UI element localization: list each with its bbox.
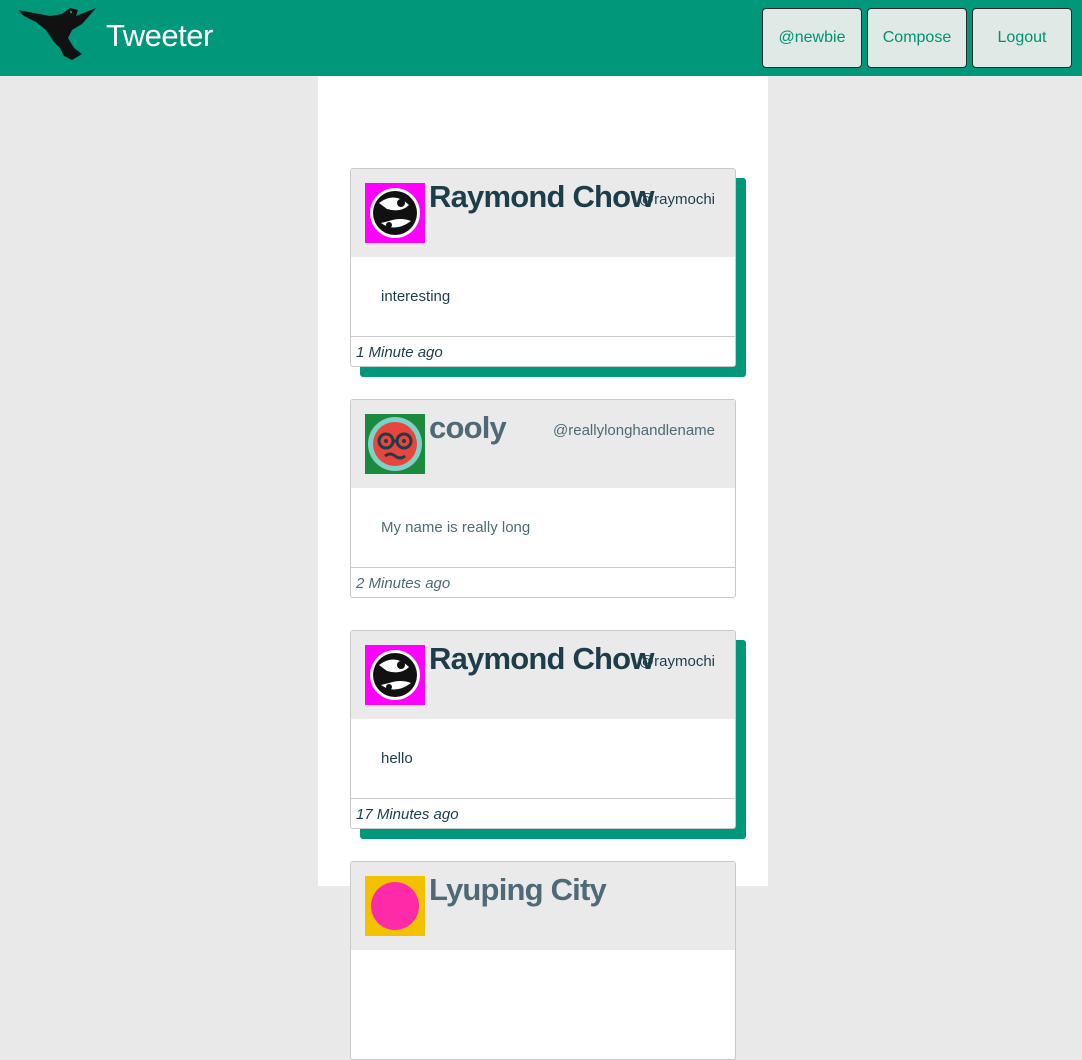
tweet-card[interactable]: cooly @reallylonghandlename My name is r… — [350, 399, 736, 598]
hummingbird-icon — [18, 8, 96, 60]
tweet-author-name: Raymond Chow — [429, 641, 654, 676]
tweet-header: Raymond Chow @raymochi — [351, 169, 735, 257]
navbar: Tweeter @newbie Compose Logout — [0, 0, 1082, 76]
tweet-card[interactable]: Raymond Chow @raymochi hello 17 Minutes … — [350, 630, 736, 829]
tweet-header: Raymond Chow @raymochi — [351, 631, 735, 719]
logout-button[interactable]: Logout — [972, 8, 1072, 68]
tweet-card[interactable]: Raymond Chow @raymochi interesting 1 Min… — [350, 168, 736, 367]
tweet-header: cooly @reallylonghandlename — [351, 400, 735, 488]
tweet-header: Lyuping City — [351, 862, 735, 950]
tweet-author-handle: @raymochi — [638, 191, 715, 208]
tweet-content: hello — [381, 750, 413, 767]
eye-creature-avatar-icon — [365, 183, 425, 243]
compose-button[interactable]: Compose — [867, 8, 967, 68]
profile-button[interactable]: @newbie — [762, 8, 862, 68]
tweet-author-handle: @raymochi — [638, 653, 715, 670]
tweet-author-name: Lyuping City — [429, 872, 607, 907]
tweet-card[interactable]: Lyuping City — [350, 861, 736, 1060]
tweet-timestamp: 1 Minute ago — [356, 344, 443, 361]
tweet-timestamp: 17 Minutes ago — [356, 806, 459, 823]
tweet-author-handle: @reallylonghandlename — [553, 422, 715, 439]
tweet-author-name: cooly — [429, 410, 507, 445]
eye-creature-avatar-icon — [365, 645, 425, 705]
tweet-footer: 1 Minute ago — [351, 336, 735, 366]
tweet-author-name: Raymond Chow — [429, 179, 654, 214]
tweet-footer: 17 Minutes ago — [351, 798, 735, 828]
face-avatar-icon — [365, 876, 425, 936]
tweet-content: interesting — [381, 288, 451, 305]
glasses-face-avatar-icon — [365, 414, 425, 474]
tweet-footer: 2 Minutes ago — [351, 567, 735, 597]
tweet-content: My name is really long — [381, 519, 531, 536]
tweet-timestamp: 2 Minutes ago — [356, 575, 451, 592]
brand-title[interactable]: Tweeter — [106, 18, 213, 54]
